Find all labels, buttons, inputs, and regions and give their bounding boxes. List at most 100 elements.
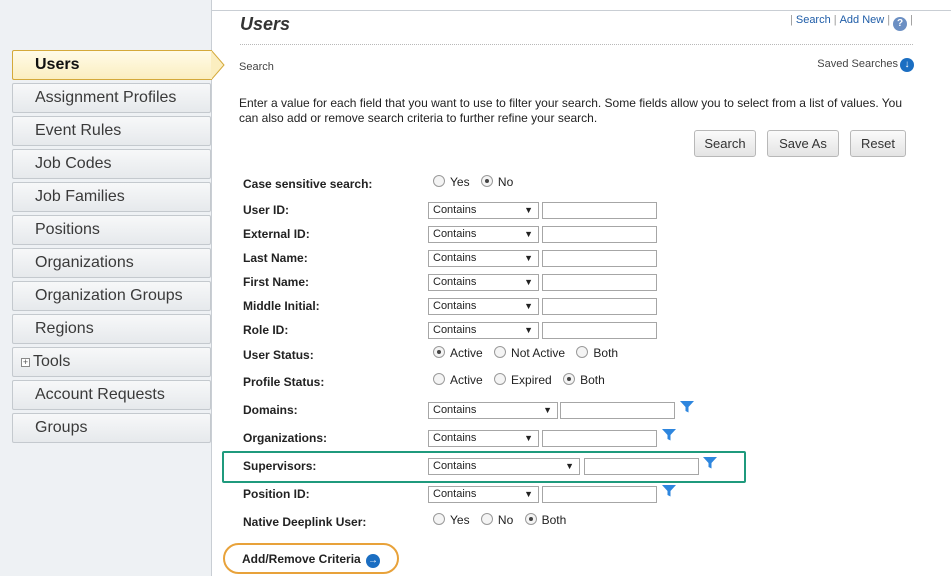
radio-button[interactable] [480, 513, 493, 525]
sidebar-item-tools[interactable]: + Tools [12, 347, 211, 377]
radio-button[interactable] [494, 373, 507, 385]
organizations-label: Organizations: [243, 431, 328, 445]
role-id-operator-select[interactable]: Contains ▼ [428, 322, 539, 339]
radio-button-selected[interactable] [480, 175, 493, 187]
filter-icon[interactable] [661, 428, 677, 442]
sidebar-item-job-codes[interactable]: Job Codes [12, 149, 211, 179]
search-button[interactable]: Search [694, 130, 756, 157]
select-value: Contains [433, 204, 477, 216]
select-value: Contains [433, 404, 477, 416]
sidebar-item-groups[interactable]: Groups [12, 413, 211, 443]
domains-input[interactable] [560, 402, 675, 419]
deeplink-no-option[interactable]: No [480, 513, 513, 527]
role-id-row: Role ID: Contains ▼ [243, 320, 763, 342]
chevron-down-icon: ▼ [524, 301, 533, 311]
right-arrow-circle-icon[interactable]: → [366, 554, 381, 568]
role-id-label: Role ID: [243, 323, 289, 337]
position-id-input[interactable] [542, 486, 657, 503]
add-new-link[interactable]: Add New [840, 14, 885, 26]
organizations-input[interactable] [542, 430, 657, 447]
reset-button[interactable]: Reset [850, 130, 906, 157]
sidebar-item-label: Users [35, 56, 80, 73]
radio-label: Expired [511, 373, 552, 387]
sidebar-item-users[interactable]: Users [12, 50, 212, 80]
radio-button[interactable] [576, 346, 589, 358]
radio-button-selected[interactable] [433, 346, 445, 358]
external-id-operator-select[interactable]: Contains ▼ [428, 226, 539, 243]
radio-label: Active [450, 346, 483, 360]
user-status-label: User Status: [243, 348, 314, 362]
first-name-label: First Name: [243, 275, 310, 289]
sidebar-item-label: Event Rules [35, 122, 122, 139]
chevron-down-icon: ▼ [543, 405, 552, 415]
sidebar-item-positions[interactable]: Positions [12, 215, 211, 245]
last-name-input[interactable] [542, 250, 657, 267]
user-status-row: User Status: Active Not Active Both [243, 345, 763, 367]
radio-button-selected[interactable] [524, 513, 537, 525]
user-id-input[interactable] [542, 202, 657, 219]
user-id-operator-select[interactable]: Contains ▼ [428, 202, 539, 219]
last-name-operator-select[interactable]: Contains ▼ [428, 250, 539, 267]
sidebar-item-label: Account Requests [35, 386, 165, 403]
radio-button[interactable] [494, 346, 507, 358]
middle-initial-input[interactable] [542, 298, 657, 315]
case-sensitive-label: Case sensitive search: [243, 177, 373, 191]
radio-button-selected[interactable] [563, 373, 576, 385]
external-id-input[interactable] [542, 226, 657, 243]
down-arrow-circle-icon[interactable]: ↓ [900, 58, 914, 72]
first-name-input[interactable] [542, 274, 657, 291]
deeplink-yes-option[interactable]: Yes [433, 513, 470, 527]
help-icon[interactable]: ? [893, 17, 908, 31]
saved-searches-toggle[interactable]: Saved Searches ↓ [817, 58, 914, 72]
position-id-label: Position ID: [243, 487, 310, 501]
user-id-label: User ID: [243, 203, 290, 217]
domains-label: Domains: [243, 403, 298, 417]
sidebar-item-regions[interactable]: Regions [12, 314, 211, 344]
organizations-operator-select[interactable]: Contains ▼ [428, 430, 539, 447]
profile-status-active-option[interactable]: Active [433, 373, 483, 387]
chevron-down-icon: ▼ [524, 489, 533, 499]
domains-operator-select[interactable]: Contains ▼ [428, 402, 558, 419]
case-sensitive-row: Case sensitive search: Yes No [243, 174, 763, 196]
external-id-row: External ID: Contains ▼ [243, 224, 763, 246]
case-no-option[interactable]: No [480, 175, 513, 189]
case-yes-option[interactable]: Yes [433, 175, 470, 189]
radio-button[interactable] [433, 175, 445, 187]
radio-label: Yes [450, 513, 470, 527]
middle-initial-operator-select[interactable]: Contains ▼ [428, 298, 539, 315]
user-status-both-option[interactable]: Both [576, 346, 618, 360]
first-name-operator-select[interactable]: Contains ▼ [428, 274, 539, 291]
sidebar-item-assignment-profiles[interactable]: Assignment Profiles [12, 83, 211, 113]
external-id-label: External ID: [243, 227, 310, 241]
filter-icon[interactable] [661, 484, 677, 498]
sidebar-item-label: Positions [35, 221, 100, 238]
profile-status-expired-option[interactable]: Expired [494, 373, 552, 387]
chevron-down-icon: ▼ [524, 205, 533, 215]
radio-button[interactable] [433, 373, 445, 385]
add-remove-label: Add/Remove Criteria [242, 552, 361, 566]
role-id-input[interactable] [542, 322, 657, 339]
deeplink-both-option[interactable]: Both [524, 513, 566, 527]
add-remove-criteria-link[interactable]: Add/Remove Criteria → [242, 552, 381, 568]
position-id-row: Position ID: Contains ▼ [243, 484, 763, 506]
profile-status-both-option[interactable]: Both [563, 373, 605, 387]
radio-button[interactable] [433, 513, 445, 525]
user-status-active-option[interactable]: Active [433, 346, 483, 360]
filter-icon[interactable] [679, 400, 695, 414]
sidebar-item-organizations[interactable]: Organizations [12, 248, 211, 278]
middle-initial-label: Middle Initial: [243, 299, 320, 313]
sidebar-item-organization-groups[interactable]: Organization Groups [12, 281, 211, 311]
save-as-button[interactable]: Save As [767, 130, 839, 157]
select-value: Contains [433, 228, 477, 240]
native-deeplink-row: Native Deeplink User: Yes No Both [243, 512, 763, 534]
expand-plus-icon[interactable]: + [21, 358, 30, 367]
sidebar-item-account-requests[interactable]: Account Requests [12, 380, 211, 410]
user-status-not-active-option[interactable]: Not Active [494, 346, 565, 360]
sidebar-item-job-families[interactable]: Job Families [12, 182, 211, 212]
position-id-operator-select[interactable]: Contains ▼ [428, 486, 539, 503]
chevron-down-icon: ▼ [524, 325, 533, 335]
search-link[interactable]: Search [796, 14, 831, 26]
sidebar-item-label: Tools [33, 353, 71, 370]
select-value: Contains [433, 276, 477, 288]
sidebar-item-event-rules[interactable]: Event Rules [12, 116, 211, 146]
